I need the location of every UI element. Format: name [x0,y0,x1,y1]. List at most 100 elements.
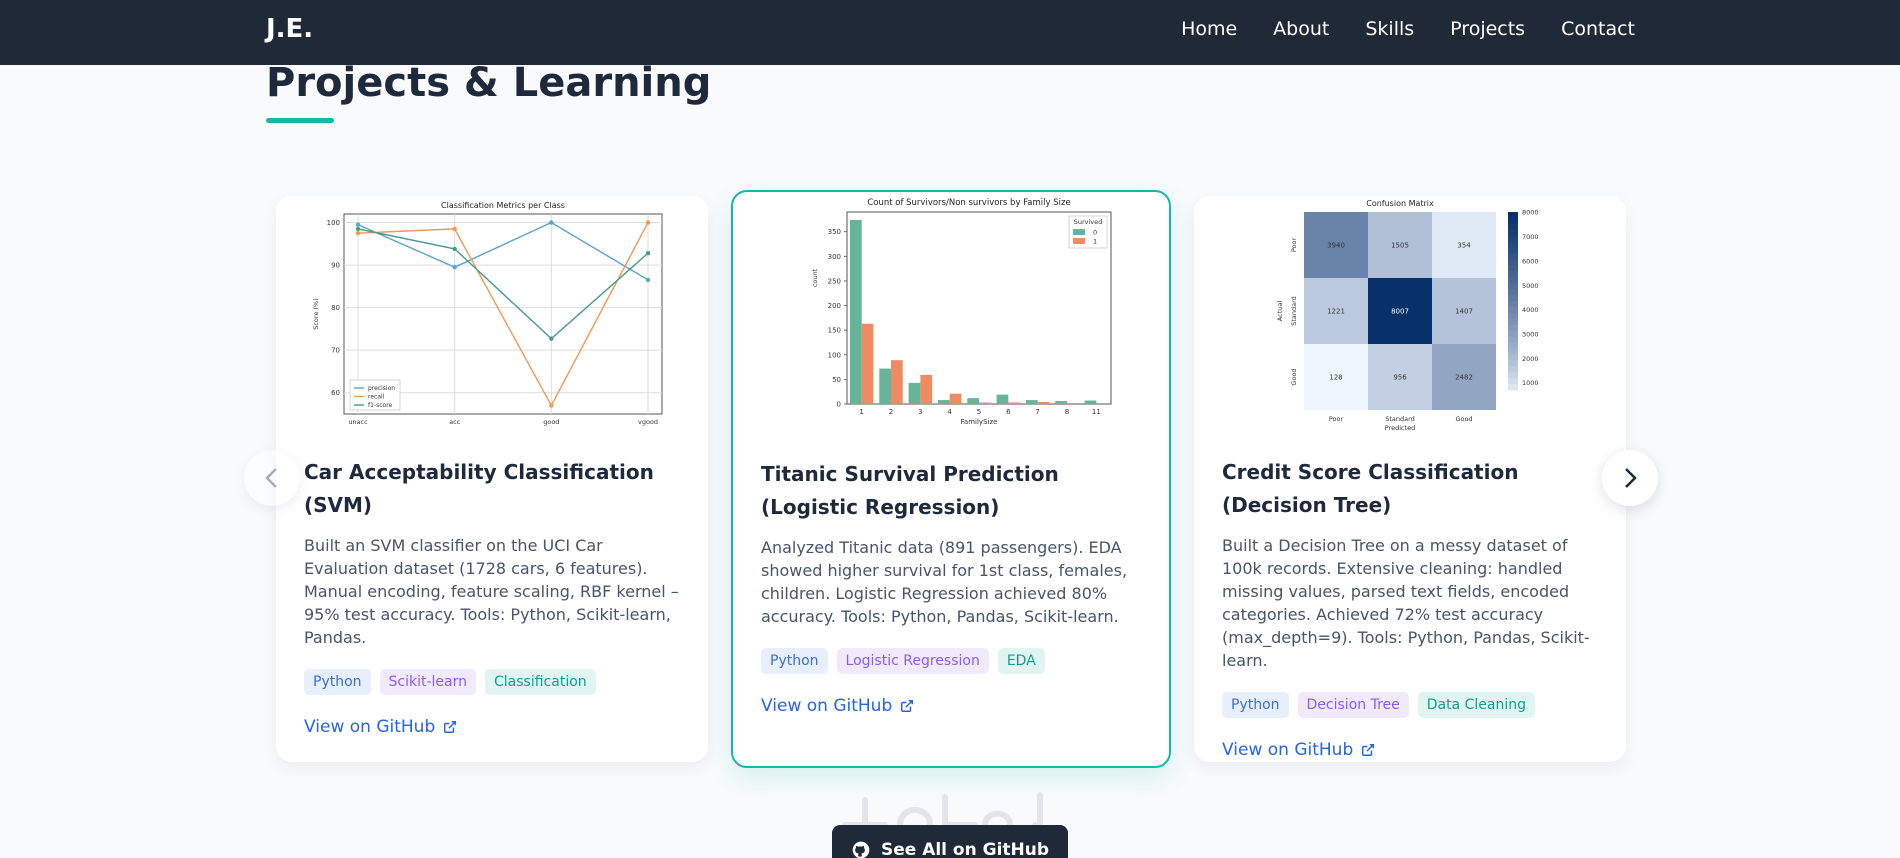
colorbar-step [1508,312,1518,320]
tag-logistic-regression: Logistic Regression [836,648,989,674]
x-tick-label: good [543,418,559,426]
y-tick-label: Poor [1290,238,1298,253]
bar-6-0 [996,394,1009,404]
card-title: Credit Score Classification (Decision Tr… [1222,460,1519,517]
card-title: Titanic Survival Prediction (Logistic Re… [761,462,1059,519]
colorbar-step [1508,372,1518,379]
nav-link-about[interactable]: About [1273,18,1329,40]
colorbar-step [1508,378,1518,385]
x-tick-label: 3 [918,408,922,416]
external-link-icon [1362,744,1375,756]
bar-3-1 [920,374,933,404]
cell-value: 956 [1393,374,1407,382]
colorbar-step [1508,366,1518,373]
colorbar-step [1508,348,1518,355]
bar-7-1 [1037,402,1050,404]
data-point-f1-score [645,250,651,256]
navbar: J.E. Home About Skills Projects Contact [0,0,1900,65]
colorbar-step [1508,217,1518,225]
y-tick-label: 60 [331,389,340,397]
card-image-confusion-matrix: Confusion Matrix 3940 1505 354 1221 8007 1407 1… [1254,196,1574,436]
y-tick-label: Good [1290,368,1298,385]
y-tick-label: 80 [331,304,340,312]
data-point-recall [549,403,554,408]
bar-4-0 [937,400,950,404]
data-point-f1-score [355,226,361,232]
x-tick-label: acc [449,418,461,426]
carousel-prev-button[interactable] [244,450,300,506]
chart-title: Confusion Matrix [1366,199,1434,208]
cell-value: 1407 [1455,308,1473,316]
carousel-next-button[interactable] [1602,450,1658,506]
project-card-credit-score: Confusion Matrix 3940 1505 354 1221 8007 1407 1… [1194,196,1626,762]
legend-label: 1 [1093,238,1097,246]
colorbar-step [1508,223,1518,231]
nav-link-skills[interactable]: Skills [1365,18,1414,40]
x-tick-label: unacc [348,418,368,426]
colorbar-tick-label: 4000 [1522,306,1539,314]
bar-5-1 [979,402,991,404]
project-card-svm: Classification Metrics per Class 60 70 80 90… [276,196,708,762]
data-point-recall [645,220,651,225]
colorbar-step [1508,271,1518,278]
github-link[interactable]: View on GitHub [761,696,914,716]
colorbar-tick-label: 3000 [1522,330,1539,338]
colorbar-step [1508,235,1518,243]
legend-swatch-1 [1073,238,1085,244]
legend-label: 0 [1093,229,1097,237]
nav-link-projects[interactable]: Projects [1450,18,1525,40]
legend-label: precision [368,385,395,392]
colorbar-step [1508,354,1518,361]
tag-python: Python [304,669,371,695]
colorbar-step [1508,330,1518,338]
colorbar-tick-label: 8000 [1522,209,1539,217]
colorbar-step [1508,212,1518,219]
see-all-github-button[interactable]: See All on GitHub [832,825,1068,858]
legend-label: f1-score [368,402,393,409]
card-image-metrics-chart: Classification Metrics per Class 60 70 80 90… [304,196,684,436]
card-image-family-chart: Count of Survivors/Non survivors by Fami… [763,194,1143,434]
x-tick-label: 6 [1006,408,1011,416]
data-point-precision [549,220,554,225]
x-tick-label: 4 [947,408,952,416]
bar-8-0 [1055,401,1067,404]
x-tick-label: 7 [1035,408,1039,416]
legend-label: recall [368,394,385,401]
chart-title: Count of Survivors/Non survivors by Fami… [867,198,1070,208]
legend-title: Survived [1074,218,1103,226]
project-card-titanic: Count of Survivors/Non survivors by Fami… [731,190,1171,768]
site-logo[interactable]: J.E. [266,14,313,44]
y-axis-label: Score (%) [312,298,320,330]
tag-list: Python Logistic Regression EDA [761,648,1145,674]
github-link[interactable]: View on GitHub [304,717,457,737]
colorbar-step [1508,324,1518,332]
x-tick-label: vgood [638,418,658,426]
tag-list: Python Scikit-learn Classification [304,669,684,695]
legend-swatch-0 [1073,229,1085,235]
colorbar-step [1508,306,1518,314]
github-link[interactable]: View on GitHub [1222,740,1375,760]
bar-1-1 [861,323,874,404]
nav-link-contact[interactable]: Contact [1561,18,1635,40]
colorbar-tick-label: 5000 [1522,282,1539,290]
y-tick-label: 50 [832,376,841,384]
x-tick-label: 1 [859,408,863,416]
bar-4-1 [949,393,962,404]
bar-2-1 [891,360,903,404]
tag-python: Python [761,648,828,674]
nav-link-home[interactable]: Home [1181,18,1237,40]
cell-value: 2482 [1455,374,1473,382]
bar-2-0 [879,368,891,404]
y-tick-label: 200 [828,302,841,310]
x-tick-label: Good [1455,415,1472,423]
chevron-right-icon [1625,468,1637,488]
metrics-line-chart: Classification Metrics per Class 60 70 80 90… [312,201,663,426]
x-axis-label: Predicted [1385,424,1416,432]
tag-classification: Classification [485,669,596,695]
see-all-label: See All on GitHub [880,840,1050,858]
cell-value: 354 [1457,242,1471,250]
colorbar-step [1508,342,1518,349]
colorbar-step [1508,241,1518,249]
colorbar-step [1508,295,1518,302]
tag-list: Python Decision Tree Data Cleaning [1222,692,1602,718]
